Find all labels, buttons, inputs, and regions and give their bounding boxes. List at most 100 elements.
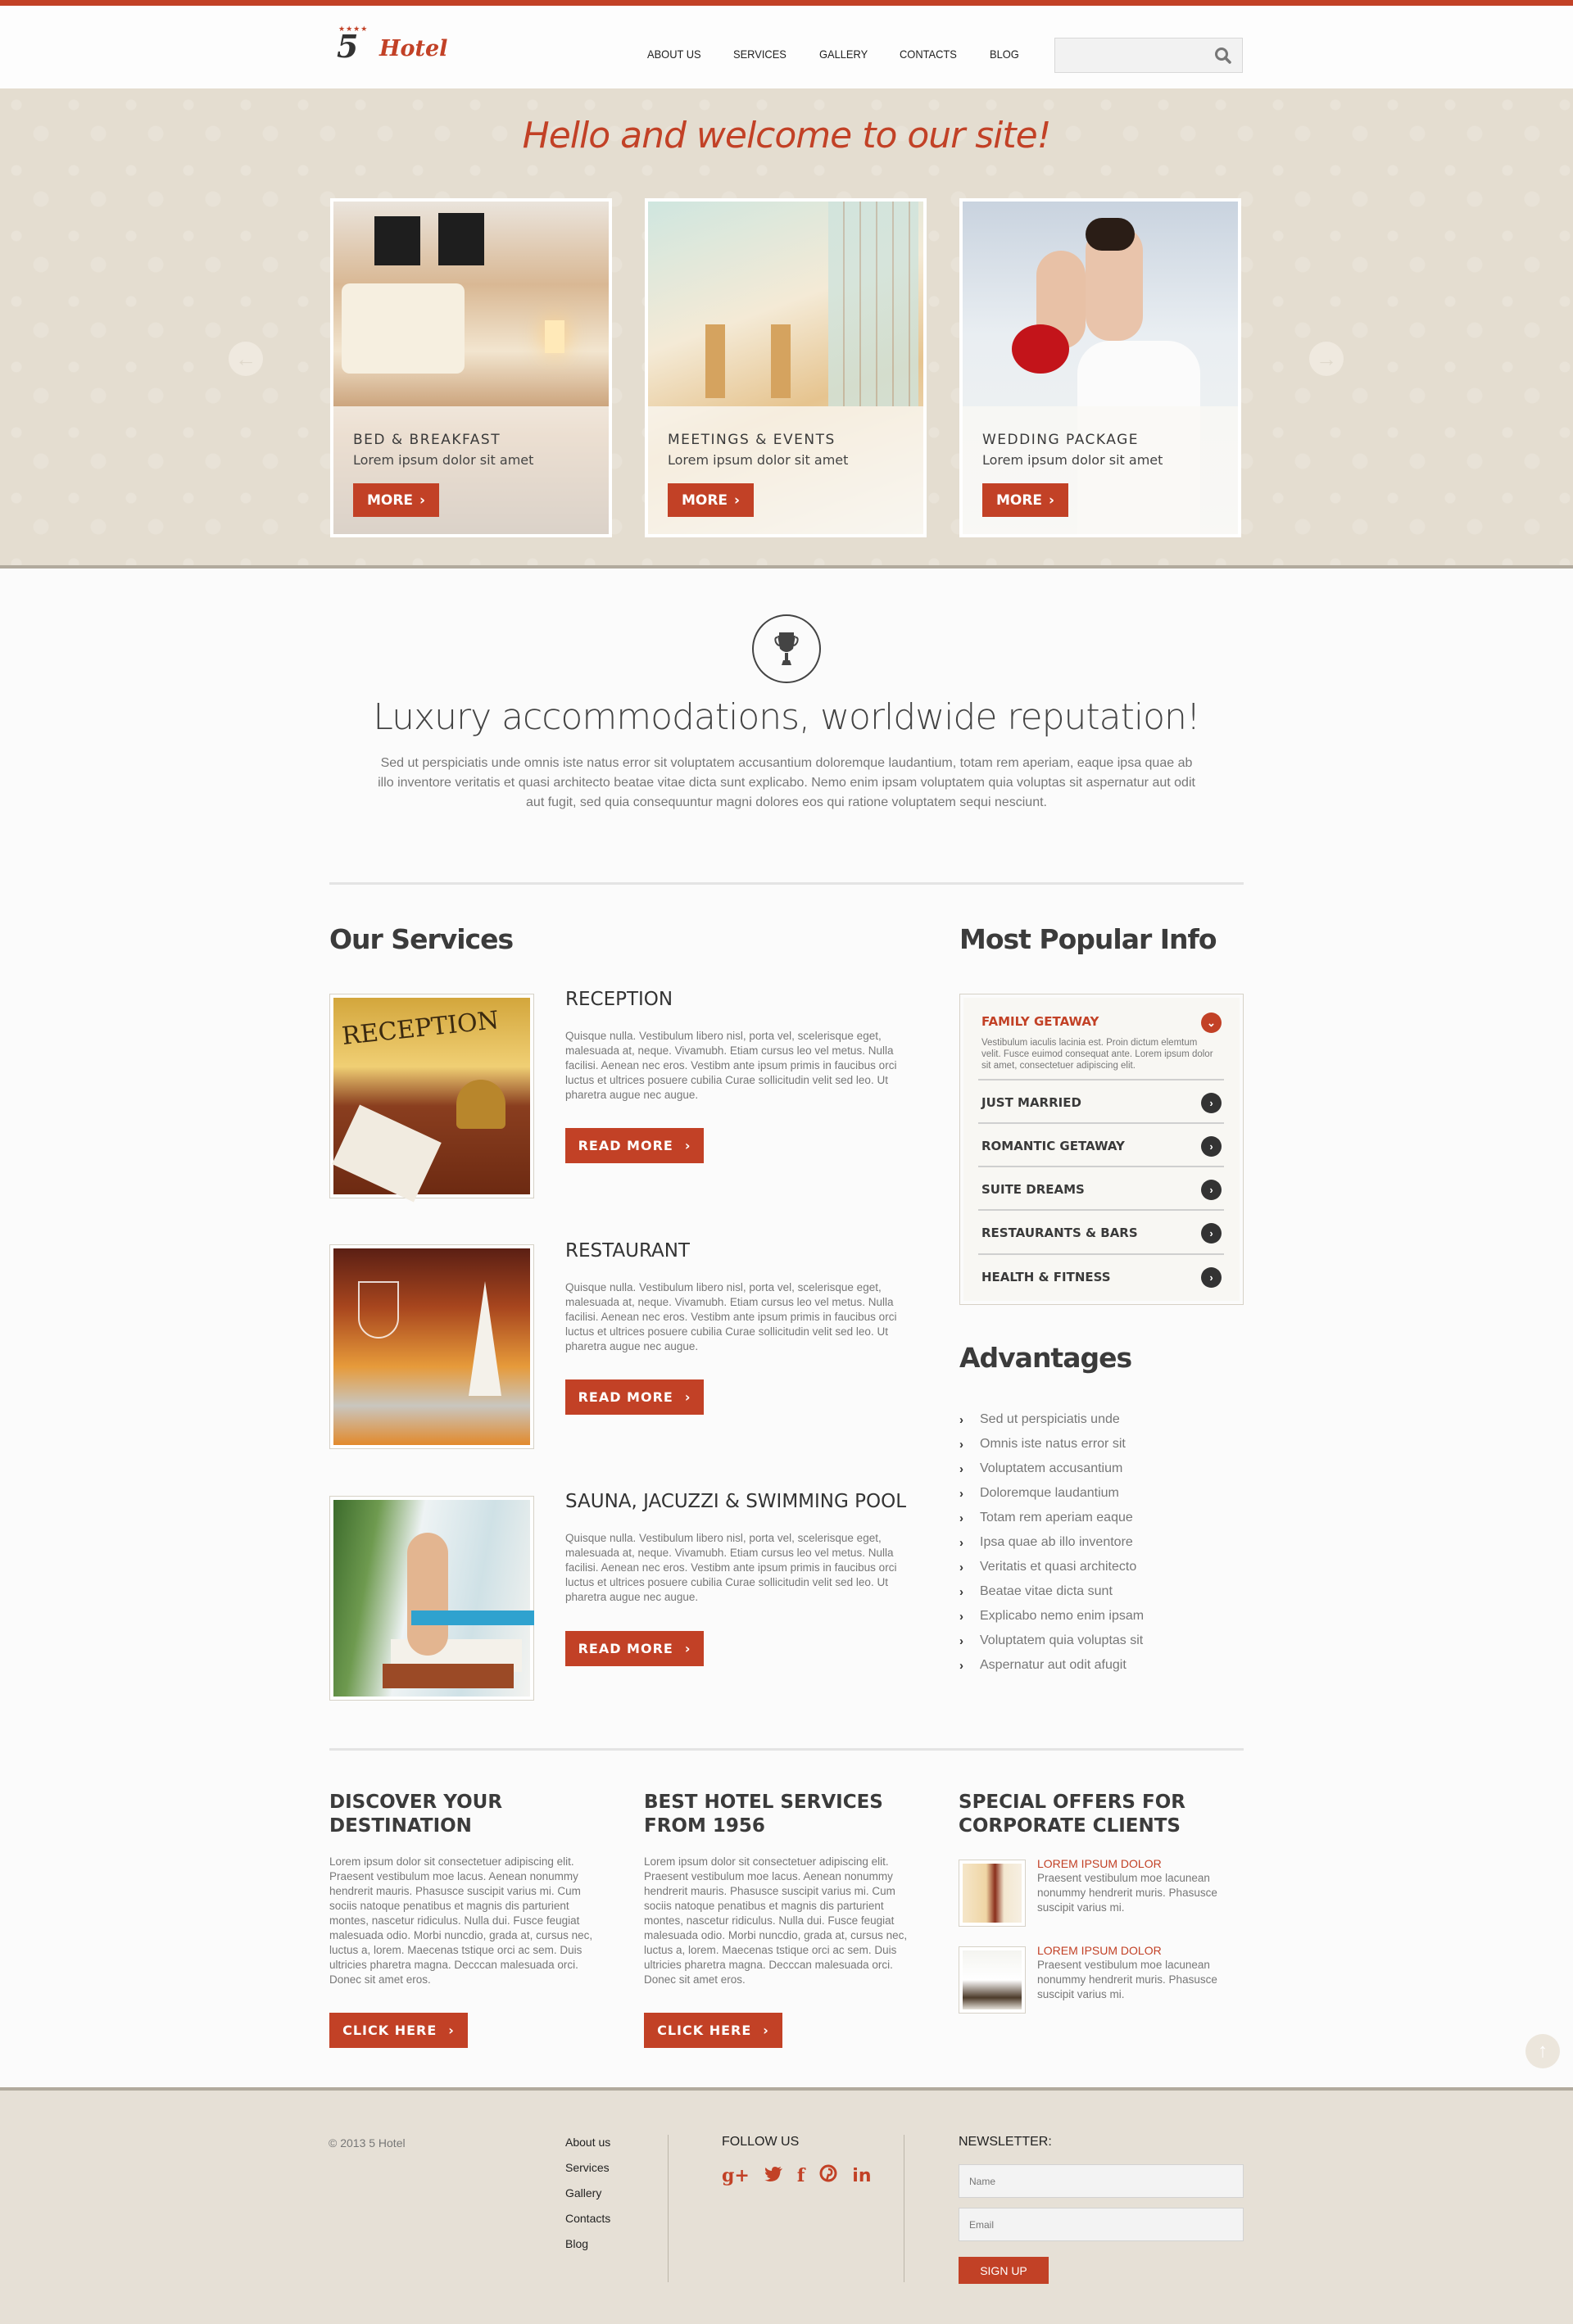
chevron-down-icon[interactable]: ⌄ [1201, 1013, 1222, 1033]
read-more-button[interactable]: READ MORE › [565, 1379, 704, 1415]
accordion-divider [978, 1122, 1224, 1124]
chevron-right-circle-icon[interactable]: › [1201, 1267, 1222, 1288]
footer-link-contacts[interactable]: Contacts [565, 2212, 610, 2237]
slide-card[interactable]: MEETINGS & EVENTS Lorem ipsum dolor sit … [645, 198, 927, 537]
footer-link-about-us[interactable]: About us [565, 2136, 610, 2161]
nav-blog[interactable]: BLOG [990, 48, 1019, 61]
click-here-button[interactable]: CLICK HERE › [644, 2013, 782, 2048]
heading-line: CORPORATE CLIENTS [959, 1815, 1181, 1837]
chevron-right-circle-icon[interactable]: › [1201, 1223, 1222, 1244]
nav-contacts[interactable]: CONTACTS [900, 48, 957, 61]
nav-about-us[interactable]: ABOUT US [647, 48, 701, 61]
service-image[interactable]: RECEPTION [329, 994, 534, 1203]
newsletter-title: NEWSLETTER: [959, 2135, 1052, 2149]
service-title: RECEPTION [565, 989, 673, 1010]
list-item[interactable]: › Beatae vitae dicta sunt [959, 1579, 1144, 1604]
card-more-button[interactable]: MORE › [353, 483, 439, 517]
service-image[interactable] [329, 1244, 534, 1449]
offer-image[interactable] [959, 1860, 1026, 1927]
chevron-right-icon: › [959, 1437, 963, 1452]
slide-card[interactable]: BED & BREAKFAST Lorem ipsum dolor sit am… [330, 198, 612, 537]
offer-text: Praesent vestibulum moe lacunean nonummy… [1037, 1872, 1217, 1914]
accordion-item-just-married[interactable]: JUST MARRIED [981, 1095, 1081, 1110]
offer-image[interactable] [959, 1946, 1026, 2014]
list-item-label: Aspernatur aut odit afugit [980, 1658, 1126, 1672]
accordion-divider [978, 1253, 1224, 1255]
pinterest-glyph-icon [819, 2164, 837, 2182]
card-subtitle: Lorem ipsum dolor sit amet [668, 452, 849, 468]
back-to-top-button[interactable]: ↑ [1525, 2034, 1560, 2068]
slider-prev-button[interactable]: ← [229, 342, 263, 376]
chevron-right-icon: › [959, 1511, 963, 1525]
slider-next-button[interactable]: → [1309, 342, 1344, 376]
offer-title[interactable]: LOREM IPSUM DOLOR [1037, 1944, 1162, 1957]
list-item[interactable]: › Veritatis et quasi architecto [959, 1555, 1144, 1579]
linkedin-icon[interactable]: in [852, 2166, 871, 2186]
pinterest-icon[interactable] [819, 2164, 837, 2187]
chevron-right-circle-icon[interactable]: › [1201, 1180, 1222, 1200]
pool-photo [333, 1500, 534, 1697]
twitter-icon[interactable] [764, 2165, 782, 2186]
chevron-right-circle-icon[interactable]: › [1201, 1093, 1222, 1113]
intro-headline: Luxury accommodations, worldwide reputat… [373, 696, 1200, 738]
heading-line: SPECIAL OFFERS FOR [959, 1792, 1185, 1813]
accordion-item-family-getaway[interactable]: FAMILY GETAWAY [981, 1014, 1099, 1029]
list-item[interactable]: › Voluptatem accusantium [959, 1456, 1144, 1481]
reception-photo: RECEPTION [332, 998, 530, 1203]
footer-link-blog[interactable]: Blog [565, 2237, 610, 2263]
trophy-icon [774, 632, 799, 665]
service-image[interactable] [329, 1496, 534, 1701]
popular-accordion: FAMILY GETAWAY ⌄ Vestibulum iaculis laci… [959, 994, 1244, 1305]
logo[interactable]: ★★★★ 5 Hotel [332, 25, 463, 67]
card-more-label: MORE [366, 492, 414, 509]
accordion-item-restaurants-bars[interactable]: RESTAURANTS & BARS [981, 1225, 1138, 1240]
site-footer [0, 2087, 1573, 2324]
list-item[interactable]: › Ipsa quae ab illo inventore [959, 1530, 1144, 1555]
accordion-item-health-fitness[interactable]: HEALTH & FITNESS [981, 1270, 1111, 1284]
search-input[interactable] [1055, 39, 1211, 72]
click-here-button[interactable]: CLICK HERE › [329, 2013, 468, 2048]
chevron-right-circle-icon[interactable]: › [1201, 1136, 1222, 1157]
chevron-right-icon: › [959, 1560, 963, 1574]
slide-card[interactable]: WEDDING PACKAGE Lorem ipsum dolor sit am… [959, 198, 1241, 537]
list-item-label: Omnis iste natus error sit [980, 1437, 1126, 1451]
nav-services[interactable]: SERVICES [733, 48, 786, 61]
services-heading: Our Services [329, 923, 514, 955]
chevron-right-icon: › [959, 1584, 963, 1599]
list-item[interactable]: › Voluptatem quia voluptas sit [959, 1629, 1144, 1653]
top-accent-bar [0, 0, 1573, 6]
card-title: WEDDING PACKAGE [982, 432, 1139, 448]
nav-gallery[interactable]: GALLERY [819, 48, 868, 61]
read-more-button[interactable]: READ MORE › [565, 1631, 704, 1666]
list-item[interactable]: › Doloremque laudantium [959, 1481, 1144, 1506]
newsletter-name-input[interactable] [959, 2164, 1244, 2198]
card-more-button[interactable]: MORE › [668, 483, 754, 517]
card-more-label: MORE [681, 492, 728, 509]
list-item[interactable]: › Totam rem aperiam eaque [959, 1506, 1144, 1530]
chevron-right-icon: › [959, 1486, 963, 1501]
search-icon[interactable] [1214, 47, 1232, 65]
offer-title[interactable]: LOREM IPSUM DOLOR [1037, 1857, 1162, 1870]
heading-line: DESTINATION [329, 1815, 472, 1837]
list-item-label: Doloremque laudantium [980, 1486, 1119, 1500]
accordion-item-romantic-getaway[interactable]: ROMANTIC GETAWAY [981, 1139, 1125, 1153]
list-item-label: Explicabo nemo enim ipsam [980, 1609, 1145, 1623]
heading-line: DISCOVER YOUR [329, 1792, 503, 1813]
list-item[interactable]: › Aspernatur aut odit afugit [959, 1653, 1144, 1678]
read-more-button[interactable]: READ MORE › [565, 1128, 704, 1163]
list-item[interactable]: › Omnis iste natus error sit [959, 1432, 1144, 1456]
card-more-button[interactable]: MORE › [982, 483, 1068, 517]
list-item[interactable]: › Sed ut perspiciatis unde [959, 1407, 1144, 1432]
accordion-divider [978, 1209, 1224, 1211]
google-plus-icon[interactable]: g+ [722, 2165, 750, 2186]
accordion-item-suite-dreams[interactable]: SUITE DREAMS [981, 1182, 1085, 1197]
copyright: © 2013 5 Hotel [329, 2136, 406, 2150]
list-item-label: Veritatis et quasi architecto [980, 1560, 1137, 1574]
facebook-icon[interactable]: f [797, 2165, 805, 2186]
newsletter-email-input[interactable] [959, 2208, 1244, 2241]
footer-link-gallery[interactable]: Gallery [565, 2186, 610, 2212]
footer-link-services[interactable]: Services [565, 2161, 610, 2186]
sign-up-button[interactable]: SIGN UP [959, 2257, 1049, 2284]
list-item-label: Sed ut perspiciatis unde [980, 1412, 1120, 1426]
list-item[interactable]: › Explicabo nemo enim ipsam [959, 1604, 1144, 1629]
